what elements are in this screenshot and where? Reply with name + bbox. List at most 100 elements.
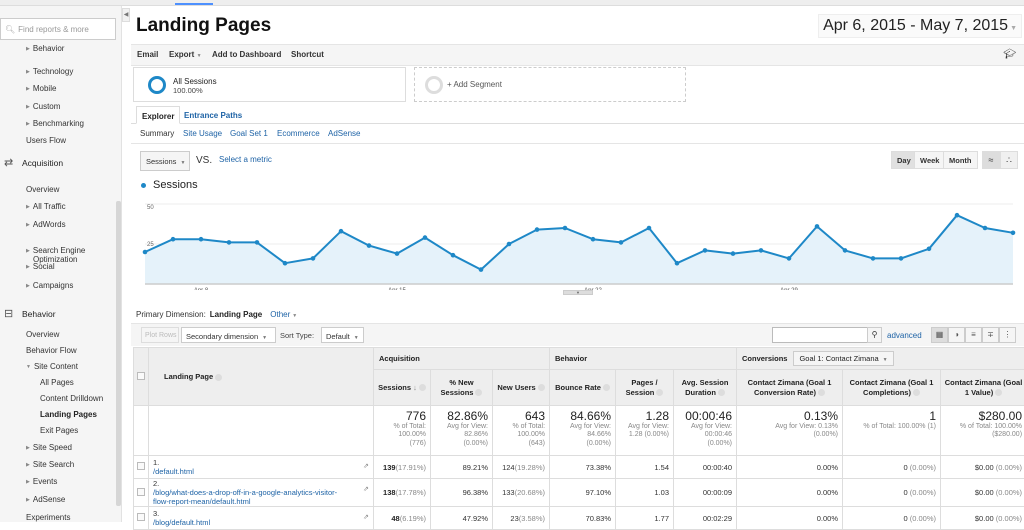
- data-point: [563, 226, 568, 231]
- pie-view-icon[interactable]: ◑: [948, 327, 965, 343]
- data-point: [339, 229, 344, 234]
- sidebar-item-events[interactable]: ▶Events: [26, 477, 57, 486]
- landing-page-link[interactable]: /blog/what-does-a-drop-off-in-a-google-a…: [153, 488, 348, 506]
- row-checkbox[interactable]: [134, 507, 149, 530]
- select-metric-link[interactable]: Select a metric: [219, 155, 272, 164]
- external-link-icon[interactable]: ⇗: [363, 485, 369, 493]
- sidebar-item-site-search[interactable]: ▶Site Search: [26, 460, 74, 469]
- sidebar-item-content-drilldown[interactable]: Content Drilldown: [40, 394, 103, 403]
- column-header-pages-session[interactable]: Pages / Session: [616, 370, 674, 406]
- sidebar-item-exit-pages[interactable]: Exit Pages: [40, 426, 78, 435]
- comparison-view-icon[interactable]: ∓: [982, 327, 999, 343]
- other-dimension-link[interactable]: Other▼: [270, 310, 297, 319]
- data-point: [619, 240, 624, 245]
- motion-chart-icon[interactable]: ∴: [1000, 151, 1018, 169]
- column-header-sessions[interactable]: Sessions ↓: [374, 370, 431, 406]
- bounce-rate-cell: 70.83%: [550, 507, 616, 530]
- table-search-input[interactable]: [772, 327, 868, 343]
- sidebar-item-campaigns[interactable]: ▶Campaigns: [26, 281, 73, 290]
- subtab-ecommerce[interactable]: Ecommerce: [277, 129, 320, 138]
- sidebar-item-users-flow[interactable]: Users Flow: [26, 136, 66, 145]
- table-view-icon[interactable]: ▦: [931, 327, 948, 343]
- tab-explorer[interactable]: Explorer: [136, 106, 180, 124]
- shortcut-button[interactable]: Shortcut: [291, 50, 324, 59]
- segment-all-sessions[interactable]: All Sessions 100.00%: [133, 67, 406, 102]
- sort-type-select[interactable]: Default▼: [321, 327, 364, 343]
- subtab-goal-set-1[interactable]: Goal Set 1: [230, 129, 268, 138]
- data-point: [899, 256, 904, 261]
- row-checkbox[interactable]: [134, 456, 149, 479]
- landing-pages-table: Landing Page Acquisition Behavior Conver…: [133, 347, 1024, 530]
- landing-page-header[interactable]: Landing Page: [149, 348, 374, 406]
- select-all-checkbox[interactable]: [134, 348, 149, 406]
- column-header-bounce-rate[interactable]: Bounce Rate: [550, 370, 616, 406]
- sidebar-item-all-pages[interactable]: All Pages: [40, 378, 74, 387]
- landing-page-link[interactable]: /blog/default.html: [153, 518, 348, 527]
- sidebar-item-overview[interactable]: Overview: [26, 330, 59, 339]
- column-header-avg-session-duration[interactable]: Avg. Session Duration: [674, 370, 737, 406]
- external-link-icon[interactable]: ⇗: [363, 462, 369, 470]
- data-point: [591, 237, 596, 242]
- column-header-contact-zimana-goal-1-value[interactable]: Contact Zimana (Goal 1 Value): [941, 370, 1024, 406]
- row-checkbox[interactable]: [134, 479, 149, 507]
- period-day-button[interactable]: Day: [891, 151, 917, 169]
- plot-rows-button[interactable]: Plot Rows: [141, 327, 179, 343]
- sidebar-item-benchmarking[interactable]: ▶Benchmarking: [26, 119, 84, 128]
- segment-ring-icon: [148, 76, 166, 94]
- report-search-input[interactable]: 🔍︎Find reports & more: [0, 18, 116, 40]
- sidebar-item-social[interactable]: ▶Social: [26, 262, 55, 271]
- sidebar-item-landing-pages[interactable]: Landing Pages: [40, 410, 97, 419]
- graduation-cap-icon[interactable]: 🎓︎: [1003, 49, 1016, 60]
- date-range-picker[interactable]: Apr 6, 2015 - May 7, 2015▼: [818, 14, 1022, 38]
- collapse-sidebar-button[interactable]: ◀: [122, 8, 130, 22]
- sidebar-item-all-traffic[interactable]: ▶All Traffic: [26, 202, 66, 211]
- metric-select[interactable]: Sessions▼: [140, 151, 190, 171]
- sidebar-item-adsense[interactable]: ▶AdSense: [26, 495, 65, 504]
- column-header-contact-zimana-goal-1-conversion-rate[interactable]: Contact Zimana (Goal 1 Conversion Rate): [737, 370, 843, 406]
- subtab-summary[interactable]: Summary: [140, 129, 174, 138]
- period-week-button[interactable]: Week: [914, 151, 945, 169]
- search-icon[interactable]: ⚲: [867, 327, 882, 343]
- sidebar-item-site-content[interactable]: ▼Site Content: [26, 362, 78, 371]
- chart-resize-handle[interactable]: ▼: [563, 290, 593, 295]
- sidebar-item-site-speed[interactable]: ▶Site Speed: [26, 443, 72, 452]
- column-header--new-sessions[interactable]: % New Sessions: [431, 370, 493, 406]
- sidebar-item-mobile[interactable]: ▶Mobile: [26, 84, 56, 93]
- subtab-adsense[interactable]: AdSense: [328, 129, 360, 138]
- help-icon: [995, 389, 1002, 396]
- sidebar-item-custom[interactable]: ▶Custom: [26, 102, 60, 111]
- help-icon: [718, 389, 725, 396]
- sidebar-item-behavior[interactable]: ▶Behavior: [26, 44, 64, 53]
- goal-select[interactable]: Goal 1: Contact Zimana▼: [793, 351, 893, 366]
- secondary-dimension-select[interactable]: Secondary dimension▼: [181, 327, 276, 343]
- external-link-icon[interactable]: ⇗: [363, 513, 369, 521]
- line-chart-icon[interactable]: ≈: [982, 151, 1000, 169]
- add-to-dashboard-button[interactable]: Add to Dashboard: [212, 50, 281, 59]
- data-point: [451, 253, 456, 258]
- period-month-button[interactable]: Month: [943, 151, 978, 169]
- pivot-view-icon[interactable]: ⋮: [999, 327, 1016, 343]
- main-content: Landing Pages Apr 6, 2015 - May 7, 2015▼…: [131, 6, 1024, 522]
- sidebar-item-adwords[interactable]: ▶AdWords: [26, 220, 66, 229]
- sidebar-item-overview[interactable]: Overview: [26, 185, 59, 194]
- goal-value-cell: $0.00 (0.00%): [941, 507, 1024, 530]
- subtab-site-usage[interactable]: Site Usage: [183, 129, 222, 138]
- sidebar-item-technology[interactable]: ▶Technology: [26, 67, 73, 76]
- landing-page-cell: 2./blog/what-does-a-drop-off-in-a-google…: [149, 479, 374, 507]
- sidebar-item-acquisition[interactable]: Acquisition: [22, 158, 63, 168]
- data-point: [311, 256, 316, 261]
- sidebar-scrollbar[interactable]: [116, 201, 121, 506]
- column-header-contact-zimana-goal-1-completions[interactable]: Contact Zimana (Goal 1 Completions): [843, 370, 941, 406]
- email-button[interactable]: Email: [137, 50, 158, 59]
- landing-page-link[interactable]: /default.html: [153, 467, 348, 476]
- goal-value-cell: $0.00 (0.00%): [941, 456, 1024, 479]
- column-header-new-users[interactable]: New Users: [493, 370, 550, 406]
- export-button[interactable]: Export ▼: [169, 50, 202, 59]
- sidebar-item-behavior-flow[interactable]: Behavior Flow: [26, 346, 77, 355]
- tab-entrance-paths[interactable]: Entrance Paths: [179, 106, 247, 124]
- performance-view-icon[interactable]: ≡: [965, 327, 982, 343]
- add-segment-button[interactable]: + Add Segment: [414, 67, 686, 102]
- advanced-filter-link[interactable]: advanced: [887, 331, 922, 340]
- sidebar-item-experiments[interactable]: Experiments: [26, 513, 70, 522]
- sidebar-item-behavior[interactable]: Behavior: [22, 309, 56, 319]
